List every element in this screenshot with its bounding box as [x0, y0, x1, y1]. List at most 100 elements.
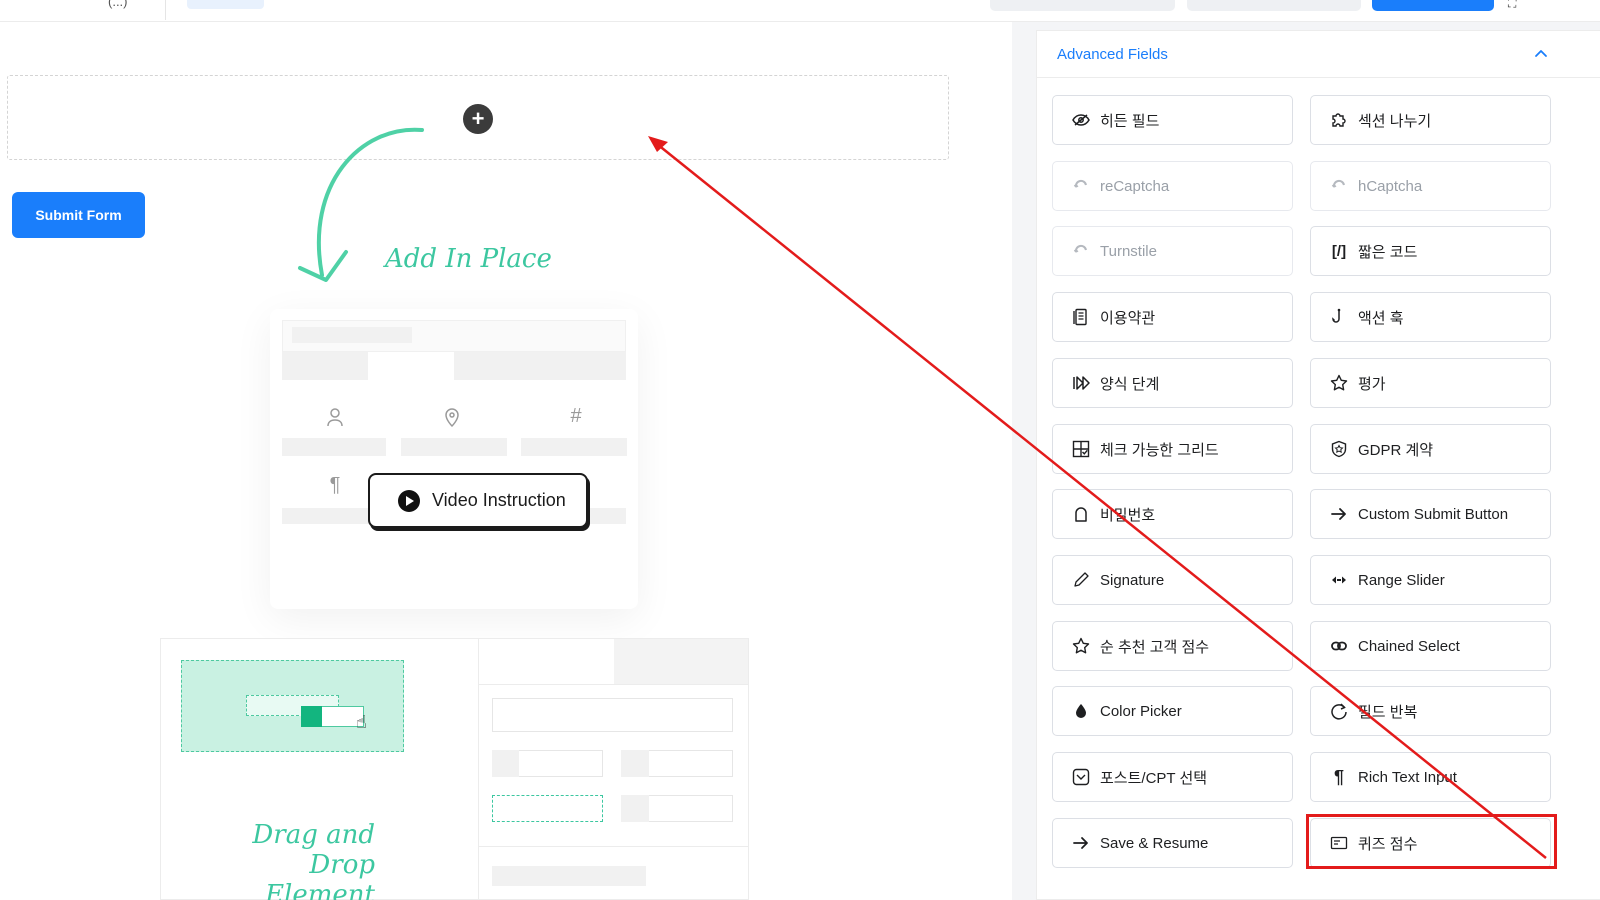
mock-divider [479, 684, 748, 685]
mock-bar [292, 327, 412, 343]
field-item-label: 양식 단계 [1100, 375, 1160, 393]
star-icon [1071, 636, 1091, 656]
field-item-recaptcha: reCaptcha [1052, 161, 1293, 211]
captcha-icon [1071, 241, 1091, 261]
video-instruction-button[interactable]: Video Instruction [368, 473, 588, 528]
field-item-label: 필드 반복 [1358, 703, 1418, 721]
field-item-비밀번호[interactable]: 비밀번호 [1052, 489, 1293, 539]
location-pin-icon [440, 406, 464, 434]
field-item-custom-submit-button[interactable]: Custom Submit Button [1310, 489, 1551, 539]
mock-bar [401, 438, 507, 456]
drop-icon [1071, 701, 1091, 721]
add-field-plus-icon[interactable]: + [463, 104, 493, 134]
field-item-히든-필드[interactable]: 히든 필드 [1052, 95, 1293, 145]
field-item-체크-가능한-그리드[interactable]: 체크 가능한 그리드 [1052, 424, 1293, 474]
field-item-label: Custom Submit Button [1358, 505, 1509, 523]
field-item-hcaptcha: hCaptcha [1310, 161, 1551, 211]
mock-divider [479, 846, 748, 847]
field-item-turnstile: Turnstile [1052, 226, 1293, 276]
field-item-color-picker[interactable]: Color Picker [1052, 686, 1293, 736]
range-icon [1329, 570, 1349, 590]
form-editor-page: (...) ⛶ + Submit Form Add In Place # ¶ V… [0, 0, 1600, 900]
fullscreen-icon[interactable]: ⛶ [1508, 0, 1538, 10]
field-item-이용약관[interactable]: 이용약관 [1052, 292, 1293, 342]
document-icon [1071, 307, 1091, 327]
field-item-label: 비밀번호 [1100, 506, 1156, 524]
hash-icon: # [570, 405, 582, 427]
arrow-right-icon [1329, 504, 1349, 524]
mock-bar [588, 508, 626, 524]
drag-drop-caption-line2: Element [265, 880, 375, 900]
hand-cursor-icon: ☝ [356, 712, 367, 732]
mock-bar [521, 438, 627, 456]
field-item-save-resume[interactable]: Save & Resume [1052, 818, 1293, 868]
mock-bar [492, 866, 646, 886]
field-item-label: 액션 훅 [1358, 309, 1404, 327]
save-form-button[interactable] [1372, 0, 1494, 11]
video-instruction-label: Video Instruction [432, 490, 566, 510]
hook-icon [1329, 307, 1349, 327]
drag-drop-caption: Drag and Drop Element [185, 820, 375, 900]
highlight-box [1306, 814, 1557, 869]
field-item-label: Rich Text Input [1358, 768, 1457, 786]
field-item-label: Turnstile [1100, 242, 1157, 260]
field-item-label: 히든 필드 [1100, 112, 1160, 130]
mock-drop-target [492, 795, 603, 822]
mock-bar [282, 352, 368, 380]
drag-drop-caption-line1: Drag and Drop [252, 820, 375, 880]
field-item-label: 평가 [1358, 375, 1386, 393]
mock-bar [621, 795, 649, 822]
lock-icon [1071, 504, 1091, 524]
field-item-label: reCaptcha [1100, 177, 1170, 195]
top-toolbar: (...) ⛶ [0, 0, 1600, 22]
chevron-up-icon[interactable] [1534, 46, 1548, 60]
field-item-label: 섹션 나누기 [1358, 112, 1432, 130]
mock-divider [478, 639, 479, 900]
field-item-label: 포스트/CPT 선택 [1100, 769, 1208, 787]
shield-icon [1329, 439, 1349, 459]
field-item-포스트-cpt-선택[interactable]: 포스트/CPT 선택 [1052, 752, 1293, 802]
field-item-순-추천-고객-점수[interactable]: 순 추천 고객 점수 [1052, 621, 1293, 671]
link-icon [1329, 636, 1349, 656]
field-item-짧은-코드[interactable]: [/] 짧은 코드 [1310, 226, 1551, 276]
field-item-label: Chained Select [1358, 637, 1460, 655]
field-item-label: 이용약관 [1100, 309, 1156, 327]
mock-tab [614, 639, 748, 684]
submit-form-button[interactable]: Submit Form [12, 192, 145, 238]
field-item-label: 체크 가능한 그리드 [1100, 441, 1219, 459]
settings-button[interactable] [1187, 0, 1361, 11]
arrow-right-icon [1071, 833, 1091, 853]
toolbar-tab[interactable] [187, 0, 264, 9]
field-item-label: Save & Resume [1100, 834, 1209, 852]
paragraph-icon: ¶ [1333, 766, 1344, 787]
paragraph-icon: ¶ [329, 474, 341, 496]
toolbar-divider [165, 0, 166, 20]
add-in-place-caption: Add In Place [385, 244, 552, 274]
breadcrumb: (...) [108, 0, 128, 9]
field-item-label: Signature [1100, 571, 1165, 589]
field-item-섹션-나누기[interactable]: 섹션 나누기 [1310, 95, 1551, 145]
field-item-label: 짧은 코드 [1358, 243, 1418, 261]
field-item-label: Color Picker [1100, 702, 1182, 720]
field-item-양식-단계[interactable]: 양식 단계 [1052, 358, 1293, 408]
captcha-icon [1329, 176, 1349, 196]
mock-handle [301, 706, 322, 727]
field-item-range-slider[interactable]: Range Slider [1310, 555, 1551, 605]
star-icon [1329, 373, 1349, 393]
field-item-필드-반복[interactable]: 필드 반복 [1310, 686, 1551, 736]
field-item-gdpr-계약[interactable]: GDPR 계약 [1310, 424, 1551, 474]
grid-check-icon [1071, 439, 1091, 459]
field-item-rich-text-input[interactable]: ¶ Rich Text Input [1310, 752, 1551, 802]
shortcode-icon: [/] [1331, 242, 1347, 260]
puzzle-icon [1329, 110, 1349, 130]
field-item-chained-select[interactable]: Chained Select [1310, 621, 1551, 671]
mock-input [492, 698, 733, 732]
user-icon [323, 406, 347, 434]
field-item-signature[interactable]: Signature [1052, 555, 1293, 605]
field-item-label: hCaptcha [1358, 177, 1423, 195]
field-item-label: Range Slider [1358, 571, 1445, 589]
field-item-평가[interactable]: 평가 [1310, 358, 1551, 408]
preview-button[interactable] [990, 0, 1175, 11]
eye-slash-icon [1071, 110, 1091, 130]
field-item-액션-훅[interactable]: 액션 훅 [1310, 292, 1551, 342]
